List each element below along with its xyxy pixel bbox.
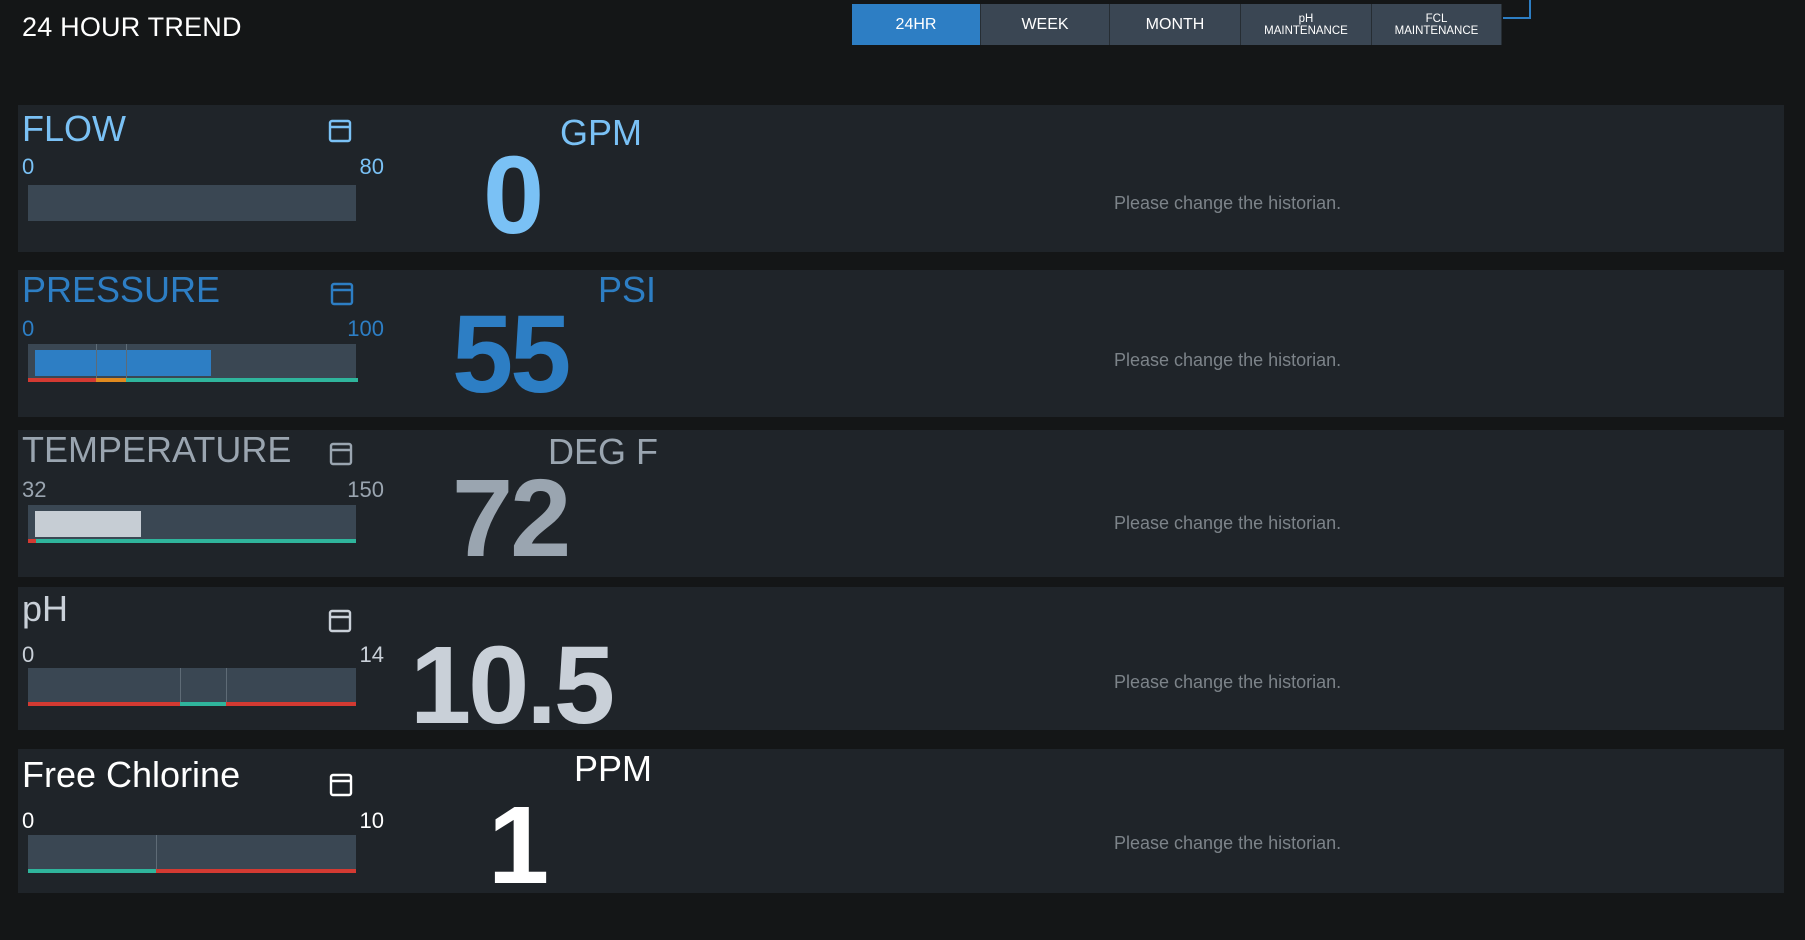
level-gauge [28, 344, 358, 382]
gauge-threshold-tick [180, 668, 181, 702]
tab-ph-maintenance-bottom: MAINTENANCE [1264, 24, 1348, 37]
range-min-label: 32 [22, 477, 47, 502]
page-title: 24 HOUR TREND [22, 12, 242, 42]
calendar-icon[interactable] [329, 442, 353, 466]
range-max-label: 10 [359, 808, 384, 833]
tab-fcl-maintenance-bottom: MAINTENANCE [1394, 24, 1479, 37]
alarm-band [28, 378, 96, 382]
current-value: 10.5 [410, 624, 615, 747]
ok-band [126, 378, 358, 382]
alarm-band [226, 702, 356, 706]
range-max-label: 100 [347, 316, 384, 341]
level-gauge [28, 505, 356, 543]
time-range-tabs: 24HR WEEK MONTH pH MAINTENANCE FCL MAINT… [852, 4, 1502, 45]
calendar-icon[interactable] [329, 773, 353, 797]
calendar-icon[interactable] [330, 282, 354, 306]
range-max-label: 80 [359, 154, 384, 179]
alarm-band [156, 869, 356, 873]
unit-label: GPM [560, 112, 643, 153]
historian-message: Please change the historian. [1114, 672, 1342, 692]
panel-free-chlorine: Free Chlorine 0 10 PPM 1 Please change t… [18, 748, 1784, 901]
gauge-threshold-tick [126, 344, 127, 378]
alarm-band [28, 702, 180, 706]
current-value: 0 [483, 134, 544, 257]
historian-message: Please change the historian. [1114, 350, 1342, 370]
range-min-label: 0 [22, 316, 35, 341]
tab-fcl-maintenance-top: FCL [1425, 12, 1448, 25]
panel-title-temperature: TEMPERATURE [22, 429, 292, 470]
panel-title-ph: pH [22, 588, 69, 629]
warning-band [96, 378, 126, 382]
panel-title-free-chlorine: Free Chlorine [22, 754, 241, 795]
alarm-band [28, 539, 36, 543]
panel-flow: FLOW 0 80 GPM 0 Please change the histor… [18, 105, 1784, 252]
unit-label: PSI [598, 269, 657, 310]
tab-ph-maintenance[interactable]: pH MAINTENANCE [1241, 4, 1372, 45]
historian-message: Please change the historian. [1114, 193, 1342, 213]
unit-label: PPM [574, 748, 653, 789]
panel-ph: pH 0 14 10.5 Please change the historian… [18, 587, 1784, 741]
panel-temperature: TEMPERATURE 32 150 DEG F 72 Please chang… [18, 430, 1784, 577]
tab-24hr[interactable]: 24HR [852, 4, 981, 45]
current-value: 55 [452, 293, 571, 416]
range-min-label: 0 [22, 808, 35, 833]
calendar-icon[interactable] [328, 609, 352, 633]
current-value: 72 [452, 457, 571, 580]
panel-pressure: PRESSURE 0 100 PSI 55 Please change the … [18, 270, 1784, 417]
range-min-label: 0 [22, 154, 35, 179]
gauge-threshold-tick [226, 668, 227, 702]
tab-ph-maintenance-top: pH [1298, 12, 1314, 25]
level-fill [35, 511, 141, 537]
range-max-label: 14 [359, 642, 384, 667]
gauge-threshold-tick [156, 835, 157, 869]
historian-message: Please change the historian. [1114, 513, 1342, 533]
panel-title-pressure: PRESSURE [22, 269, 221, 310]
tab-fcl-maintenance[interactable]: FCL MAINTENANCE [1372, 4, 1502, 45]
level-gauge [28, 835, 356, 873]
panel-title-flow: FLOW [22, 108, 126, 149]
level-gauge [28, 185, 356, 221]
tab-month[interactable]: MONTH [1110, 4, 1241, 45]
historian-message: Please change the historian. [1114, 833, 1342, 853]
ok-band [36, 539, 356, 543]
range-min-label: 0 [22, 642, 35, 667]
calendar-icon[interactable] [328, 119, 352, 143]
corner-divider [1503, 0, 1531, 19]
gauge-threshold-tick [96, 344, 97, 378]
level-fill [35, 350, 211, 376]
level-gauge [28, 668, 356, 706]
tab-week[interactable]: WEEK [981, 4, 1110, 45]
current-value: 1 [488, 784, 549, 907]
ok-band [180, 702, 226, 706]
range-max-label: 150 [347, 477, 384, 502]
ok-band [28, 869, 156, 873]
